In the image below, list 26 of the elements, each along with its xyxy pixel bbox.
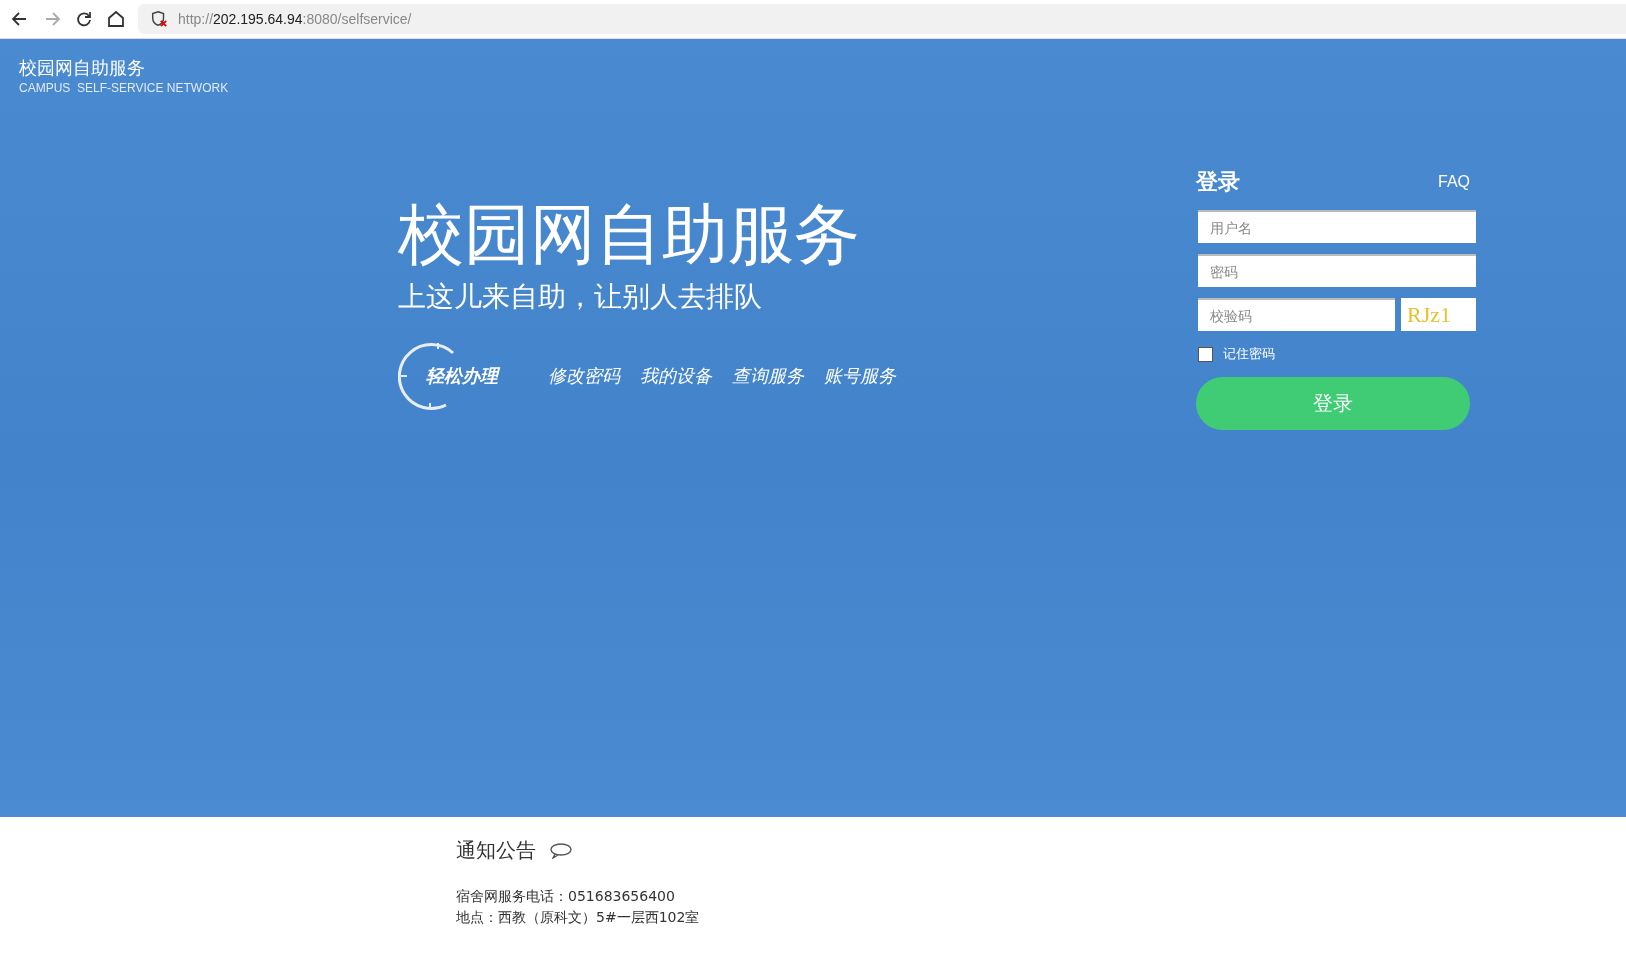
password-field[interactable]: 密码: [1198, 254, 1476, 287]
shield-warning-icon[interactable]: [150, 10, 168, 28]
logo-subtitle: CAMPUS SELF-SERVICE NETWORK: [19, 81, 230, 95]
slogan: 上这儿来自助，让别人去排队: [398, 279, 763, 315]
service-link[interactable]: 查询服务: [732, 364, 804, 388]
notice-title: 通知公告: [456, 837, 536, 864]
feature-label: 轻松办理: [426, 364, 498, 388]
faq-link[interactable]: FAQ: [1438, 173, 1470, 191]
notice-text: 地点：西教（原科文）5#一层西102室: [456, 908, 701, 927]
login-button[interactable]: 登录: [1196, 377, 1470, 430]
service-link[interactable]: 修改密码: [548, 364, 620, 388]
url-text: http://202.195.64.94:8080/selfservice/: [178, 11, 412, 27]
reload-icon[interactable]: [74, 9, 94, 29]
notice-text: 宿舍网服务电话：051683656400: [456, 887, 676, 906]
remember-checkbox[interactable]: [1198, 346, 1213, 362]
speech-bubble-icon: [550, 842, 572, 859]
service-link[interactable]: 我的设备: [640, 364, 712, 388]
remember-label: 记住密码: [1223, 345, 1275, 363]
logo-title: 校园网自助服务: [19, 57, 146, 79]
hero-title: 校园网自助服务: [398, 195, 861, 275]
service-link[interactable]: 账号服务: [824, 364, 896, 388]
home-icon[interactable]: [106, 9, 126, 29]
login-title: 登录: [1196, 168, 1240, 196]
username-field[interactable]: 用户名: [1198, 210, 1476, 243]
address-bar[interactable]: http://202.195.64.94:8080/selfservice/: [138, 4, 1626, 34]
captcha-field[interactable]: 校验码: [1198, 298, 1395, 331]
